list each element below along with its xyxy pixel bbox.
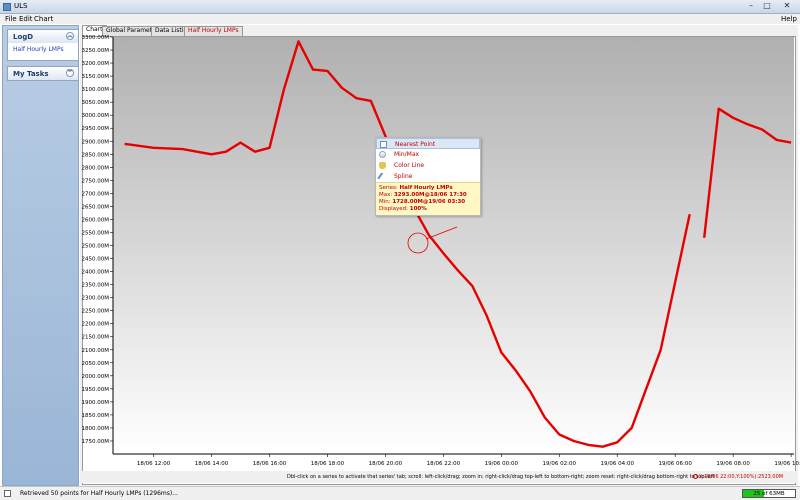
- menu-color-line-label: Color Line: [394, 162, 425, 169]
- series-info-displayed: Displayed: 100%: [379, 206, 427, 212]
- memory-text: 25 of 63MB: [753, 491, 785, 497]
- my-tasks-panel-header[interactable]: My Tasks ︾: [8, 67, 78, 80]
- memory-indicator[interactable]: 25 of 63MB: [742, 489, 796, 498]
- my-tasks-panel: My Tasks ︾: [7, 66, 79, 81]
- expand-icon[interactable]: ︾: [66, 69, 74, 77]
- crosshair-icon: [693, 474, 698, 479]
- coordinate-readout: X:18/06 22:00,Y:100%):2523.00M: [699, 474, 784, 480]
- trophy-icon: [379, 162, 386, 169]
- menu-min-max-label: Min/Max: [394, 151, 420, 158]
- title-bar: ULS – □ ✕: [0, 0, 800, 14]
- circle-icon: [379, 151, 386, 158]
- menu-file[interactable]: File: [5, 15, 17, 23]
- minimize-button[interactable]: –: [744, 1, 758, 12]
- status-icon: [4, 490, 11, 497]
- tab-half-hourly-lmps[interactable]: Half Hourly LMPs: [184, 26, 243, 36]
- app-icon: [3, 3, 11, 11]
- menu-spline-label: Spline: [394, 173, 413, 180]
- close-button[interactable]: ✕: [776, 1, 798, 12]
- series-info-min: Min: 1728.00M@19/06 03:30: [379, 199, 466, 205]
- collapse-icon[interactable]: ︽: [66, 32, 74, 40]
- spline-icon: [377, 172, 385, 181]
- main-area: Chart Global Parameters Data Listing Hal…: [80, 25, 798, 486]
- logd-panel-header[interactable]: LogD ︽: [8, 30, 78, 43]
- status-bar: Retrieved 50 points for Half Hourly LMPs…: [0, 486, 800, 500]
- menu-bar: File Edit Chart Help: [0, 14, 800, 24]
- sidebar: LogD ︽ Half Hourly LMPs My Tasks ︾: [2, 25, 79, 486]
- menu-edit[interactable]: Edit: [19, 15, 33, 23]
- hint-bar: Dbl-click on a series to activate that s…: [82, 471, 798, 483]
- chart-panel[interactable]: [82, 36, 796, 485]
- chart-hint-text: Dbl-click on a series to activate that s…: [287, 474, 715, 480]
- series-info-series: Series: Half Hourly LMPs: [379, 185, 453, 191]
- menu-nearest-point[interactable]: Nearest Point: [376, 138, 480, 149]
- status-text: Retrieved 50 points for Half Hourly LMPs…: [20, 490, 178, 497]
- maximize-button[interactable]: □: [760, 1, 774, 12]
- chart-context-menu: Nearest Point Min/Max Color Line Spline …: [375, 137, 481, 216]
- logd-panel-title: LogD: [13, 33, 34, 41]
- menu-chart[interactable]: Chart: [34, 15, 53, 23]
- menu-nearest-point-label: Nearest Point: [395, 141, 436, 148]
- menu-color-line[interactable]: Color Line: [376, 160, 480, 171]
- window-title: ULS: [14, 2, 28, 10]
- logd-panel: LogD ︽ Half Hourly LMPs: [7, 29, 79, 61]
- menu-spline[interactable]: Spline: [376, 171, 480, 182]
- check-icon: [380, 141, 387, 148]
- my-tasks-panel-title: My Tasks: [13, 70, 49, 78]
- sidebar-link-half-hourly-lmps[interactable]: Half Hourly LMPs: [8, 43, 78, 56]
- menu-min-max[interactable]: Min/Max: [376, 149, 480, 160]
- series-info: Series: Half Hourly LMPs Max: 3293.00M@1…: [376, 182, 480, 215]
- series-info-max: Max: 3293.00M@18/06 17:30: [379, 192, 467, 198]
- menu-help[interactable]: Help: [781, 15, 797, 23]
